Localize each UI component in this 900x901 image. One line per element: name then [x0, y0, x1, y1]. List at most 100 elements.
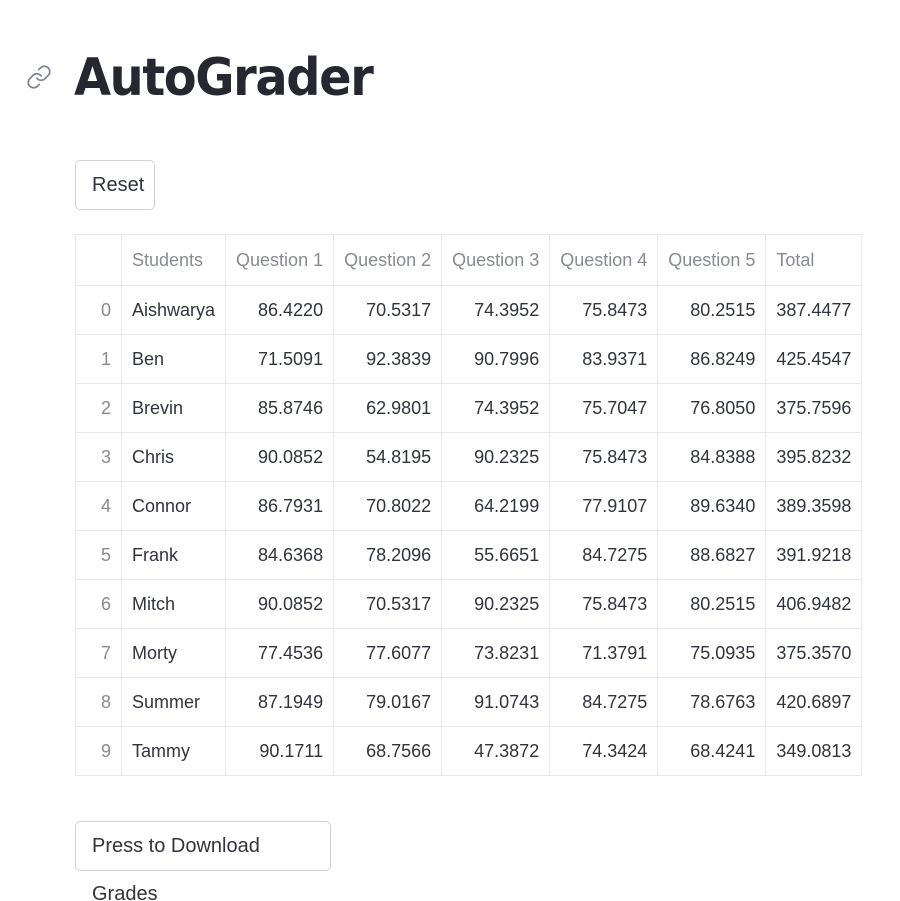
column-header-students[interactable]: Students: [120, 234, 227, 286]
row-index[interactable]: 1: [75, 334, 122, 384]
table-row: 2 Brevin 85.8746 62.9801 74.3952 75.7047 76.80…: [75, 383, 863, 433]
question-5-score[interactable]: 80.2515: [657, 285, 767, 335]
column-header-question-3[interactable]: Question 3: [441, 234, 551, 286]
page-title: AutoGrader: [74, 48, 374, 108]
question-4-score[interactable]: 83.9371: [549, 334, 659, 384]
question-2-score[interactable]: 54.8195: [333, 432, 443, 482]
question-3-score[interactable]: 74.3952: [441, 285, 551, 335]
question-4-score[interactable]: 75.8473: [549, 579, 659, 629]
total-score[interactable]: 420.6897: [765, 677, 863, 727]
question-2-score[interactable]: 77.6077: [333, 628, 443, 678]
question-3-score[interactable]: 74.3952: [441, 383, 551, 433]
question-5-score[interactable]: 76.8050: [657, 383, 767, 433]
column-header-question-5[interactable]: Question 5: [657, 234, 767, 286]
row-index[interactable]: 7: [75, 628, 122, 678]
question-2-score[interactable]: 70.5317: [333, 285, 443, 335]
student-name[interactable]: Aishwarya: [120, 285, 227, 335]
question-3-score[interactable]: 47.3872: [441, 726, 551, 776]
total-score[interactable]: 389.3598: [765, 481, 863, 531]
question-5-score[interactable]: 68.4241: [657, 726, 767, 776]
total-score[interactable]: 375.3570: [765, 628, 863, 678]
student-name[interactable]: Tammy: [120, 726, 227, 776]
row-index[interactable]: 9: [75, 726, 122, 776]
question-2-score[interactable]: 62.9801: [333, 383, 443, 433]
total-score[interactable]: 387.4477: [765, 285, 863, 335]
column-header-question-1[interactable]: Question 1: [225, 234, 335, 286]
question-5-score[interactable]: 80.2515: [657, 579, 767, 629]
question-3-score[interactable]: 55.6651: [441, 530, 551, 580]
table-row: 0 Aishwarya 86.4220 70.5317 74.3952 75.8473 80…: [75, 285, 863, 335]
row-index[interactable]: 3: [75, 432, 122, 482]
link-icon[interactable]: [26, 64, 52, 90]
student-name[interactable]: Chris: [120, 432, 227, 482]
question-1-score[interactable]: 90.0852: [225, 432, 335, 482]
student-name[interactable]: Connor: [120, 481, 227, 531]
row-index[interactable]: 2: [75, 383, 122, 433]
question-3-score[interactable]: 90.7996: [441, 334, 551, 384]
question-2-score[interactable]: 70.8022: [333, 481, 443, 531]
question-1-score[interactable]: 77.4536: [225, 628, 335, 678]
question-5-score[interactable]: 89.6340: [657, 481, 767, 531]
column-header-index[interactable]: [75, 234, 122, 286]
question-5-score[interactable]: 75.0935: [657, 628, 767, 678]
table-row: 5 Frank 84.6368 78.2096 55.6651 84.7275 88.682…: [75, 530, 863, 580]
total-score[interactable]: 391.9218: [765, 530, 863, 580]
total-score[interactable]: 406.9482: [765, 579, 863, 629]
question-1-score[interactable]: 86.4220: [225, 285, 335, 335]
question-2-score[interactable]: 92.3839: [333, 334, 443, 384]
question-1-score[interactable]: 90.1711: [225, 726, 335, 776]
table-row: 3 Chris 90.0852 54.8195 90.2325 75.8473 84.838…: [75, 432, 863, 482]
column-header-question-4[interactable]: Question 4: [549, 234, 659, 286]
row-index[interactable]: 8: [75, 677, 122, 727]
student-name[interactable]: Ben: [120, 334, 227, 384]
question-4-score[interactable]: 71.3791: [549, 628, 659, 678]
question-4-score[interactable]: 75.8473: [549, 432, 659, 482]
question-2-score[interactable]: 79.0167: [333, 677, 443, 727]
question-1-score[interactable]: 84.6368: [225, 530, 335, 580]
question-5-score[interactable]: 84.8388: [657, 432, 767, 482]
student-name[interactable]: Mitch: [120, 579, 227, 629]
column-header-total[interactable]: Total: [765, 234, 863, 286]
question-4-score[interactable]: 75.7047: [549, 383, 659, 433]
row-index[interactable]: 4: [75, 481, 122, 531]
total-score[interactable]: 425.4547: [765, 334, 863, 384]
total-score[interactable]: 375.7596: [765, 383, 863, 433]
table-row: 7 Morty 77.4536 77.6077 73.8231 71.3791 75.093…: [75, 628, 863, 678]
table-row: 1 Ben 71.5091 92.3839 90.7996 83.9371 86.8249 4…: [75, 334, 863, 384]
question-4-score[interactable]: 75.8473: [549, 285, 659, 335]
column-header-question-2[interactable]: Question 2: [333, 234, 443, 286]
question-3-score[interactable]: 73.8231: [441, 628, 551, 678]
question-2-score[interactable]: 68.7566: [333, 726, 443, 776]
question-1-score[interactable]: 90.0852: [225, 579, 335, 629]
question-1-score[interactable]: 85.8746: [225, 383, 335, 433]
student-name[interactable]: Frank: [120, 530, 227, 580]
student-name[interactable]: Morty: [120, 628, 227, 678]
question-3-score[interactable]: 91.0743: [441, 677, 551, 727]
question-4-score[interactable]: 74.3424: [549, 726, 659, 776]
reset-button[interactable]: Reset: [75, 160, 155, 210]
table-row: 6 Mitch 90.0852 70.5317 90.2325 75.8473 80.251…: [75, 579, 863, 629]
total-score[interactable]: 395.8232: [765, 432, 863, 482]
row-index[interactable]: 5: [75, 530, 122, 580]
question-5-score[interactable]: 86.8249: [657, 334, 767, 384]
question-2-score[interactable]: 70.5317: [333, 579, 443, 629]
question-4-score[interactable]: 77.9107: [549, 481, 659, 531]
question-1-score[interactable]: 71.5091: [225, 334, 335, 384]
student-name[interactable]: Brevin: [120, 383, 227, 433]
download-grades-button[interactable]: Press to Download Grades: [75, 821, 331, 901]
question-5-score[interactable]: 88.6827: [657, 530, 767, 580]
row-index[interactable]: 6: [75, 579, 122, 629]
question-4-score[interactable]: 84.7275: [549, 530, 659, 580]
question-3-score[interactable]: 64.2199: [441, 481, 551, 531]
question-1-score[interactable]: 86.7931: [225, 481, 335, 531]
student-name[interactable]: Summer: [120, 677, 227, 727]
question-2-score[interactable]: 78.2096: [333, 530, 443, 580]
question-4-score[interactable]: 84.7275: [549, 677, 659, 727]
question-3-score[interactable]: 90.2325: [441, 579, 551, 629]
table-row: 8 Summer 87.1949 79.0167 91.0743 84.7275 78.67…: [75, 677, 863, 727]
question-1-score[interactable]: 87.1949: [225, 677, 335, 727]
question-3-score[interactable]: 90.2325: [441, 432, 551, 482]
row-index[interactable]: 0: [75, 285, 122, 335]
total-score[interactable]: 349.0813: [765, 726, 863, 776]
question-5-score[interactable]: 78.6763: [657, 677, 767, 727]
